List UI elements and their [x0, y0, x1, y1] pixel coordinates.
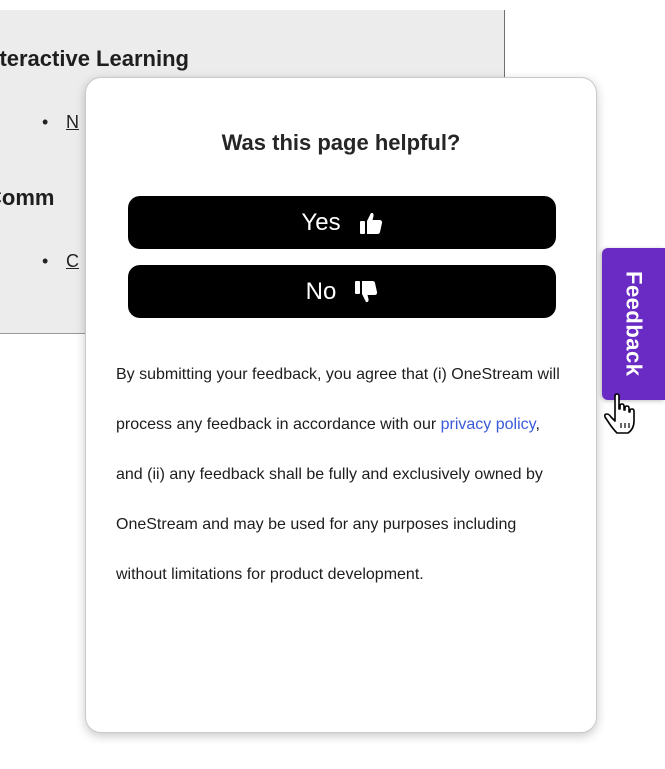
list-item: • C	[42, 251, 79, 272]
disclaimer-text: By submitting your feedback, you agree t…	[116, 350, 571, 600]
list-item-link[interactable]: N	[66, 112, 79, 132]
hand-pointer-cursor-icon	[603, 393, 635, 434]
privacy-policy-link[interactable]: privacy policy	[441, 416, 536, 433]
thumbs-down-icon	[355, 280, 378, 302]
disclaimer-text-end: , and (ii) any feedback shall be fully a…	[116, 416, 543, 583]
no-button[interactable]: No	[128, 265, 556, 318]
bullet-icon: •	[42, 251, 49, 271]
yes-button-label: Yes	[301, 208, 341, 236]
section-heading-community: Comm	[0, 185, 55, 210]
feedback-tab[interactable]: Feedback	[602, 248, 665, 400]
no-button-label: No	[305, 277, 337, 305]
bullet-icon: •	[42, 112, 49, 132]
popup-title: Was this page helpful?	[221, 130, 461, 155]
list-item-link[interactable]: C	[66, 251, 79, 271]
yes-button[interactable]: Yes	[128, 196, 556, 249]
list-item: • N	[42, 112, 79, 133]
feedback-popup: Was this page helpful? Yes No By submitt…	[85, 77, 597, 733]
thumbs-up-icon	[359, 212, 382, 234]
feedback-tab-label: Feedback	[621, 271, 647, 377]
section-heading-interactive-learning: nteractive Learning	[0, 46, 189, 71]
